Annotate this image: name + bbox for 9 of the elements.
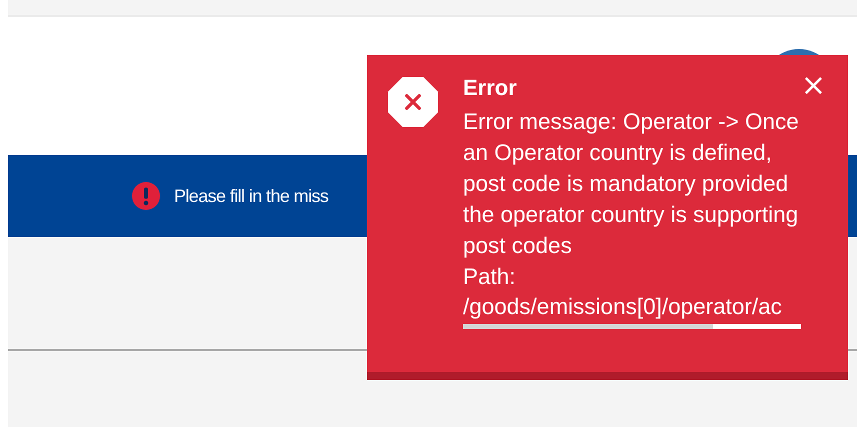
error-icon — [387, 76, 439, 128]
error-path: /goods/emissions[0]/operator/ac — [463, 294, 782, 319]
path-label: Path: — [463, 263, 517, 291]
close-button[interactable]: × — [796, 69, 830, 103]
alert-icon — [132, 182, 160, 210]
scrollbar[interactable] — [463, 324, 801, 329]
error-message: Error message: Operator -> Once an Operator country is defined, post code is mandatory provided the operator country is supporting post codes — [463, 108, 800, 260]
banner-message: Please fill in the miss — [174, 186, 328, 206]
error-title: Error — [463, 76, 518, 100]
